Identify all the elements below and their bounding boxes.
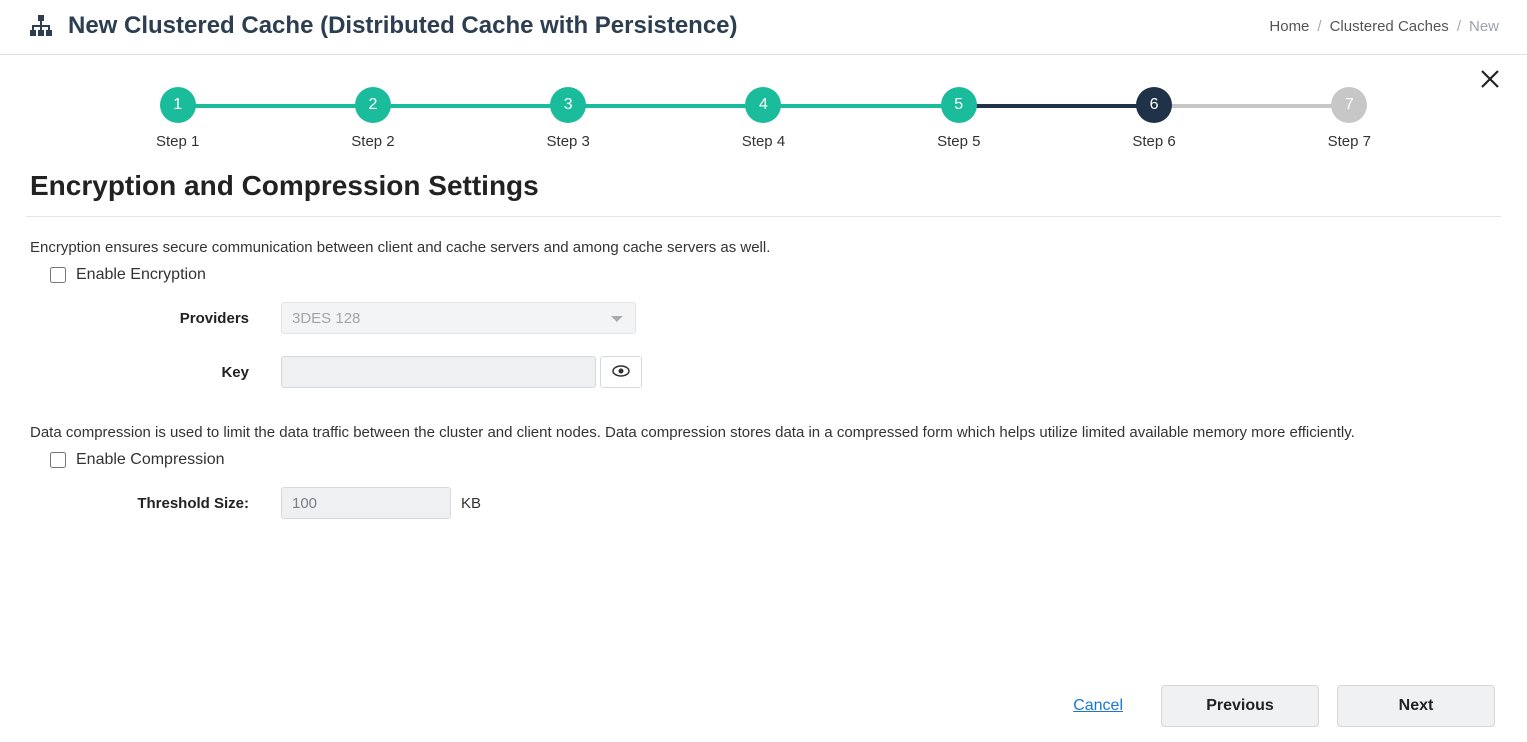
step-connector [764, 104, 961, 108]
step-label: Step 1 [156, 133, 199, 150]
step-circle: 4 [745, 87, 781, 123]
threshold-unit: KB [461, 495, 481, 512]
providers-row: Providers 3DES 128 [26, 302, 1501, 334]
step-label: Step 3 [547, 133, 590, 150]
breadcrumb: Home / Clustered Caches / New [1269, 18, 1499, 35]
providers-select[interactable]: 3DES 128 [281, 302, 636, 334]
providers-label: Providers [26, 310, 281, 327]
step-7[interactable]: 7 Step 7 [1328, 87, 1371, 150]
step-connector [371, 104, 568, 108]
compression-description: Data compression is used to limit the da… [30, 424, 1497, 441]
wizard-footer: Cancel Previous Next [26, 675, 1501, 727]
step-label: Step 6 [1132, 133, 1175, 150]
breadcrumb-caches[interactable]: Clustered Caches [1330, 18, 1449, 35]
enable-encryption-row: Enable Encryption [50, 266, 1497, 284]
stepper: 1 Step 1 2 Step 2 3 Step 3 4 Step 4 5 Step 5 6 Step… [26, 73, 1501, 160]
key-input[interactable] [281, 356, 596, 388]
breadcrumb-current: New [1469, 18, 1499, 35]
step-circle: 5 [941, 87, 977, 123]
step-connector [567, 104, 764, 108]
step-3[interactable]: 3 Step 3 [547, 87, 590, 150]
step-2[interactable]: 2 Step 2 [351, 87, 394, 150]
step-circle: 1 [160, 87, 196, 123]
step-connector [960, 104, 1157, 108]
step-4[interactable]: 4 Step 4 [742, 87, 785, 150]
previous-button[interactable]: Previous [1161, 685, 1319, 727]
step-6[interactable]: 6 Step 6 [1132, 87, 1175, 150]
next-button[interactable]: Next [1337, 685, 1495, 727]
enable-encryption-checkbox[interactable] [50, 267, 66, 283]
key-label: Key [26, 364, 281, 381]
step-circle: 7 [1331, 87, 1367, 123]
step-circle: 3 [550, 87, 586, 123]
step-1[interactable]: 1 Step 1 [156, 87, 199, 150]
step-label: Step 2 [351, 133, 394, 150]
eye-icon [612, 365, 630, 380]
step-label: Step 4 [742, 133, 785, 150]
show-key-button[interactable] [600, 356, 642, 388]
key-row: Key [26, 356, 1501, 388]
section-title: Encryption and Compression Settings [30, 170, 1497, 202]
section-divider [26, 216, 1501, 217]
cancel-button[interactable]: Cancel [1073, 697, 1123, 715]
hierarchy-icon [28, 15, 54, 37]
breadcrumb-home[interactable]: Home [1269, 18, 1309, 35]
step-circle: 2 [355, 87, 391, 123]
page-title: New Clustered Cache (Distributed Cache w… [68, 12, 738, 40]
enable-compression-row: Enable Compression [50, 451, 1497, 469]
wizard-panel: 1 Step 1 2 Step 2 3 Step 3 4 Step 4 5 Step 5 6 Step… [8, 55, 1519, 737]
page-header: New Clustered Cache (Distributed Cache w… [0, 0, 1527, 55]
enable-compression-label[interactable]: Enable Compression [76, 451, 225, 469]
threshold-label: Threshold Size: [26, 495, 281, 512]
step-connector [1157, 104, 1354, 108]
breadcrumb-sep: / [1317, 18, 1321, 35]
enable-compression-checkbox[interactable] [50, 452, 66, 468]
enable-encryption-label[interactable]: Enable Encryption [76, 266, 206, 284]
encryption-description: Encryption ensures secure communication … [30, 239, 1497, 256]
breadcrumb-sep: / [1457, 18, 1461, 35]
step-label: Step 7 [1328, 133, 1371, 150]
threshold-row: Threshold Size: KB [26, 487, 1501, 519]
step-5[interactable]: 5 Step 5 [937, 87, 980, 150]
step-connector [174, 104, 371, 108]
header-left: New Clustered Cache (Distributed Cache w… [28, 12, 738, 40]
step-circle: 6 [1136, 87, 1172, 123]
threshold-input[interactable] [281, 487, 451, 519]
step-label: Step 5 [937, 133, 980, 150]
